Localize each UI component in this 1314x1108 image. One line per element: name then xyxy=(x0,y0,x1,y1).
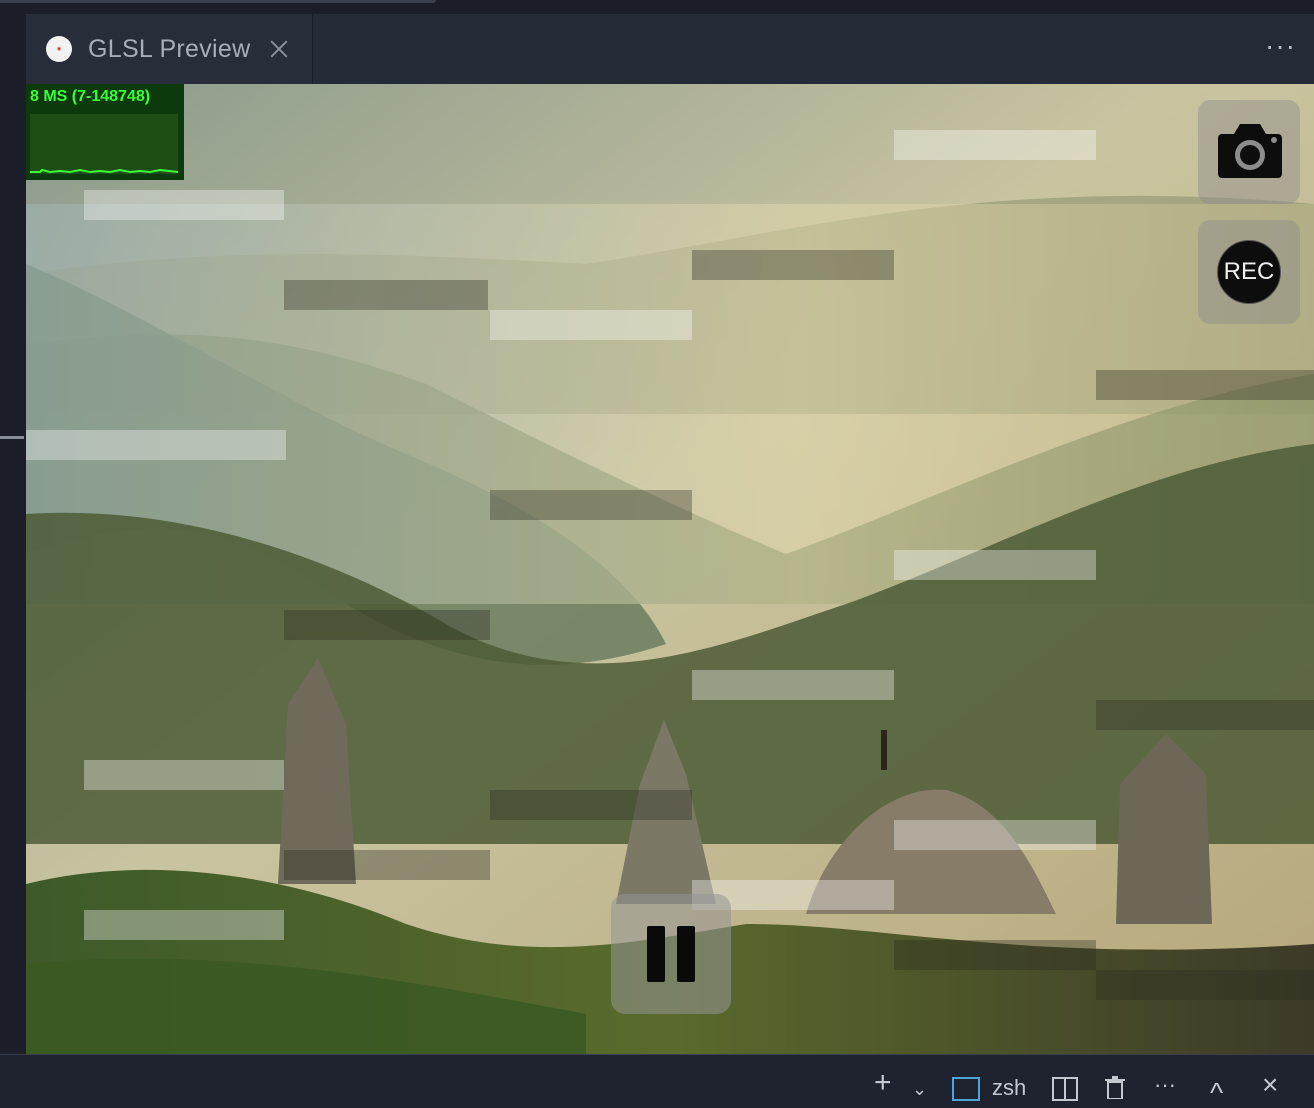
terminal-panel-header: + ⌄ zsh ··· ^ × xyxy=(0,1054,1314,1107)
frame-time-label: 8 MS (7-148748) xyxy=(30,88,151,105)
close-icon[interactable] xyxy=(268,38,290,60)
screenshot-button[interactable] xyxy=(1198,100,1300,204)
pause-icon-bar xyxy=(677,926,695,982)
tab-title: GLSL Preview xyxy=(88,34,251,63)
record-label: REC xyxy=(1223,258,1275,285)
record-button[interactable]: REC xyxy=(1198,220,1300,324)
chevron-down-icon[interactable]: ⌄ xyxy=(912,1077,927,1101)
fps-stats-panel: 8 MS (7-148748) xyxy=(26,84,184,180)
pause-icon xyxy=(647,926,665,982)
add-terminal-icon[interactable]: + xyxy=(874,1068,892,1098)
top-divider xyxy=(0,0,436,3)
frame-time-graph xyxy=(30,114,178,174)
camera-icon xyxy=(1218,124,1282,178)
shell-name[interactable]: zsh xyxy=(992,1075,1026,1101)
left-gutter xyxy=(0,14,27,1054)
tab-glsl-preview[interactable]: ◉ GLSL Preview xyxy=(26,14,313,84)
glsl-preview-icon: ◉ xyxy=(46,36,72,62)
trash-icon[interactable] xyxy=(1104,1075,1126,1099)
split-terminal-icon[interactable] xyxy=(1052,1077,1078,1101)
terminal-more-icon[interactable]: ··· xyxy=(1154,1073,1176,1097)
maximize-panel-icon[interactable]: ^ xyxy=(1210,1079,1223,1107)
close-panel-icon[interactable]: × xyxy=(1262,1071,1278,1099)
pause-button[interactable] xyxy=(611,894,731,1014)
more-actions-icon[interactable]: ··· xyxy=(1265,32,1296,60)
terminal-icon xyxy=(952,1077,980,1101)
editor-tab-bar: ◉ GLSL Preview ··· xyxy=(26,14,1314,84)
gutter-marker[interactable] xyxy=(0,436,24,439)
top-bar xyxy=(0,0,1314,14)
record-icon: REC xyxy=(1217,240,1281,304)
